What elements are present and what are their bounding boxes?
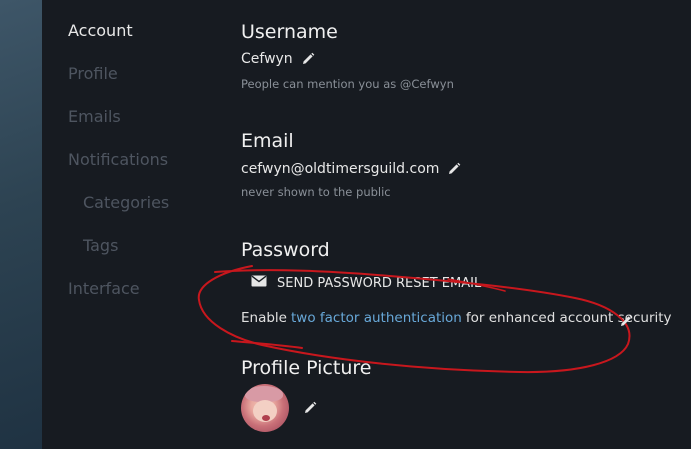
email-value: cefwyn@oldtimersguild.com xyxy=(241,161,440,177)
two-factor-prefix: Enable xyxy=(241,310,287,326)
avatar xyxy=(241,384,289,432)
email-row: cefwyn@oldtimersguild.com xyxy=(241,161,461,177)
username-hint: People can mention you as @Cefwyn xyxy=(241,77,454,91)
pencil-icon[interactable] xyxy=(619,313,633,327)
email-title: Email xyxy=(241,130,294,152)
username-row: Cefwyn xyxy=(241,51,315,67)
sidebar-item-interface[interactable]: Interface xyxy=(68,279,140,298)
pencil-icon[interactable] xyxy=(301,52,315,66)
username-value: Cefwyn xyxy=(241,51,293,67)
email-hint: never shown to the public xyxy=(241,185,391,199)
pencil-icon[interactable] xyxy=(447,162,461,176)
profile-picture-title: Profile Picture xyxy=(241,357,372,379)
envelope-icon xyxy=(251,275,267,291)
sidebar-item-notifications[interactable]: Notifications xyxy=(68,150,168,169)
preferences-page xyxy=(42,0,691,449)
username-title: Username xyxy=(241,21,338,43)
two-factor-row: Enable two factor authentication for enh… xyxy=(241,310,672,326)
two-factor-link[interactable]: two factor authentication xyxy=(291,310,462,326)
sidebar-item-categories[interactable]: Categories xyxy=(83,193,169,212)
send-password-reset-label: SEND PASSWORD RESET EMAIL xyxy=(277,275,482,291)
sidebar-item-tags[interactable]: Tags xyxy=(83,236,118,255)
sidebar-item-account[interactable]: Account xyxy=(68,21,133,40)
background-strip xyxy=(0,0,42,449)
sidebar-item-profile[interactable]: Profile xyxy=(68,64,118,83)
two-factor-suffix: for enhanced account security xyxy=(465,310,672,326)
pencil-icon[interactable] xyxy=(303,400,317,414)
sidebar-item-emails[interactable]: Emails xyxy=(68,107,121,126)
password-title: Password xyxy=(241,239,330,261)
send-password-reset-button[interactable]: SEND PASSWORD RESET EMAIL xyxy=(251,272,481,294)
